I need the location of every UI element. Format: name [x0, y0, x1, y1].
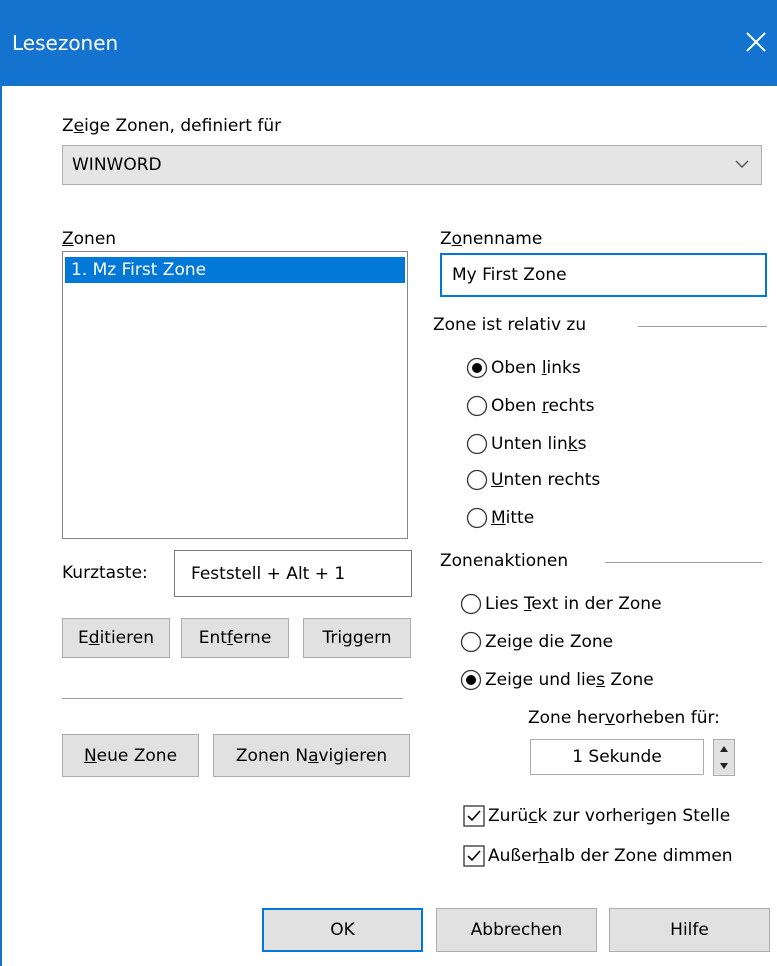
zone-name-field[interactable] [442, 255, 765, 295]
radio-read-text[interactable]: Lies Text in der Zone [460, 593, 662, 615]
new-zone-button[interactable]: Neue Zone [62, 734, 199, 777]
zone-name-field-wrap [440, 253, 767, 297]
checkbox-label: Zurück zur vorherigen Stelle [488, 806, 731, 826]
radio-unchecked-icon [466, 395, 488, 417]
radio-unchecked-icon [466, 433, 488, 455]
title-bar: Lesezonen [0, 0, 777, 86]
actions-group-divider [605, 562, 762, 563]
radio-label: Unten rechts [491, 470, 601, 490]
relative-group-label: Zone ist relativ zu [433, 315, 587, 335]
list-item[interactable]: 1. Mz First Zone [65, 257, 405, 283]
radio-top-left[interactable]: Oben links [466, 357, 581, 379]
radio-unchecked-icon [466, 469, 488, 491]
radio-unchecked-icon [460, 631, 482, 653]
radio-top-right[interactable]: Oben rechts [466, 395, 595, 417]
close-icon[interactable] [741, 27, 771, 57]
radio-label: Oben rechts [491, 396, 595, 416]
application-dropdown[interactable]: WINWORD [62, 145, 762, 185]
zones-label: Zonen [62, 229, 117, 249]
radio-unchecked-icon [460, 593, 482, 615]
zone-name-label: Zonenname [440, 229, 543, 249]
cancel-button[interactable]: Abbrechen [436, 908, 597, 952]
spin-down-icon[interactable] [714, 758, 734, 775]
hotkey-field-wrap [174, 550, 412, 597]
navigate-zones-button[interactable]: Zonen Na vigieren [213, 734, 410, 777]
actions-group-label: Zonenaktionen [440, 551, 569, 571]
radio-bottom-left[interactable]: Unten links [466, 433, 586, 455]
radio-center[interactable]: Mitte [466, 507, 534, 529]
radio-label: Lies Text in der Zone [485, 594, 662, 614]
radio-label: Zeige und lies Zone [485, 670, 654, 690]
radio-label: Zeige die Zone [485, 632, 614, 652]
radio-unchecked-icon [466, 507, 488, 529]
trigger-button[interactable]: Tri g gern [303, 618, 411, 658]
zones-listbox[interactable]: 1. Mz First Zone [62, 251, 408, 539]
window-title: Lesezonen [12, 31, 119, 55]
relative-group-divider [638, 326, 767, 327]
chevron-down-icon [735, 160, 749, 168]
radio-label: Oben links [491, 358, 581, 378]
checkbox-label: Außerhalb der Zone dimmen [488, 846, 733, 866]
hotkey-label: Kurztaste: [62, 563, 148, 583]
highlight-duration-field-wrap [530, 739, 704, 775]
radio-label: Mitte [491, 508, 535, 528]
edit-button[interactable]: Ed itieren [62, 618, 170, 658]
radio-checked-icon [460, 669, 482, 691]
checkbox-checked-icon [463, 845, 485, 867]
checkbox-checked-icon [463, 805, 485, 827]
return-to-previous-checkbox[interactable]: Zurück zur vorherigen Stelle [463, 805, 730, 827]
radio-checked-icon [466, 357, 488, 379]
window-border [0, 86, 2, 966]
radio-show-zone[interactable]: Zeige die Zone [460, 631, 613, 653]
radio-show-and-read[interactable]: Zeige und lies Zone [460, 669, 654, 691]
duration-spinner [713, 739, 735, 776]
left-divider [62, 698, 403, 699]
remove-button[interactable]: Ent f erne [181, 618, 289, 658]
radio-bottom-right[interactable]: Unten rechts [466, 469, 600, 491]
ok-button[interactable]: OK [262, 908, 423, 952]
highlight-duration-field[interactable] [531, 740, 703, 774]
highlight-duration-label: Zone hervorheben für: [528, 708, 720, 728]
help-button[interactable]: Hilfe [609, 908, 770, 952]
hotkey-field[interactable] [175, 551, 411, 596]
spin-up-icon[interactable] [714, 740, 734, 757]
application-dropdown-value: WINWORD [72, 155, 162, 175]
dim-outside-checkbox[interactable]: Außerhalb der Zone dimmen [463, 845, 733, 867]
radio-label: Unten links [491, 434, 587, 454]
show-zones-label: Zeige Zonen, definiert für [62, 116, 282, 136]
